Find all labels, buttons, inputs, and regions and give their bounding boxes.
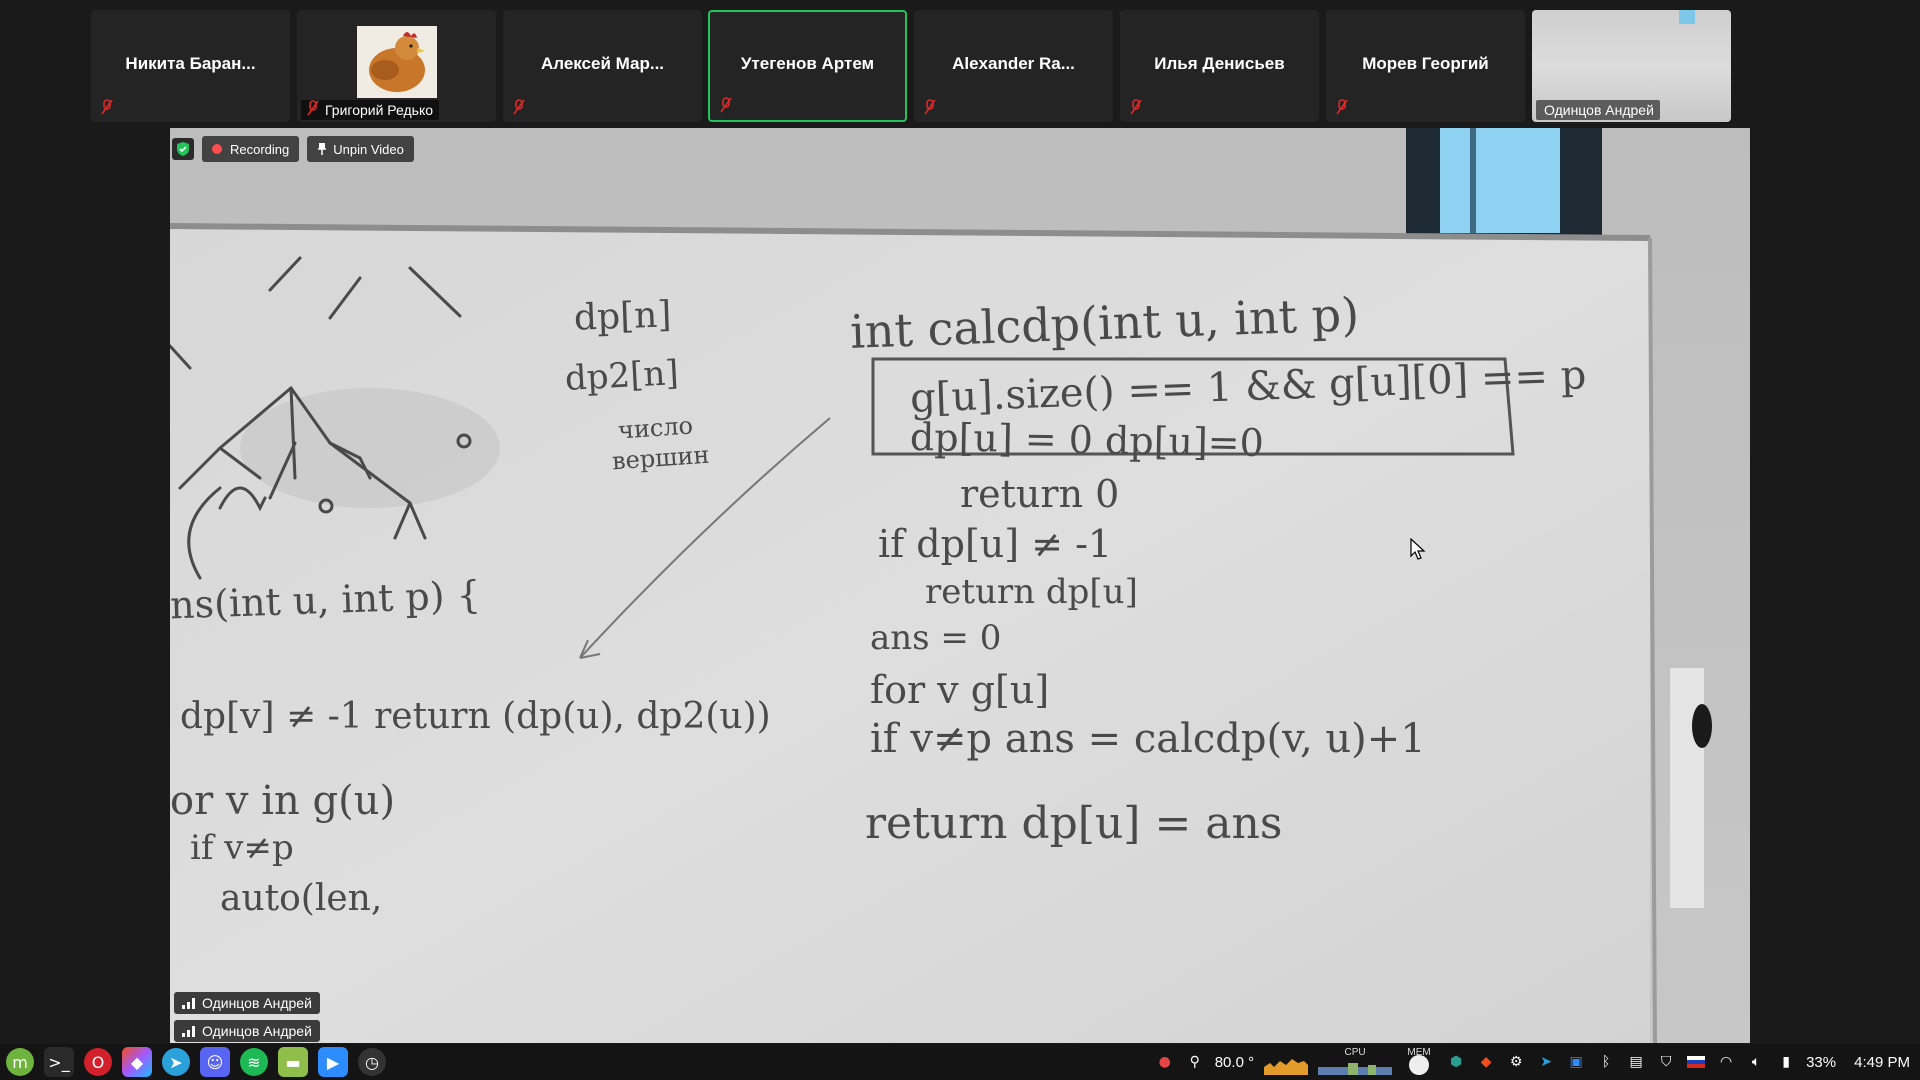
figma-icon[interactable]: ◆ [122,1047,152,1077]
muted-mic-icon [307,100,319,116]
telegram-icon[interactable]: ➤ [162,1048,190,1076]
discord-icon[interactable]: ☺ [200,1047,230,1077]
battery-percentage: 33% [1806,1053,1837,1071]
participant-tile[interactable]: Никита Баран... [91,10,290,122]
wb-text-line: dp[n] [573,294,673,339]
participant-name: Никита Баран... [125,54,256,73]
wb-text-line: if dp[u] ≠ -1 [878,522,1113,566]
wb-text-line: if v≠p [190,828,294,868]
cpu-label: CPU [1344,1047,1366,1058]
zoom-tray-icon[interactable]: ▣ [1566,1052,1586,1072]
wb-text-line: or v in g(u) [170,778,396,824]
participant-name: Alexander Ra... [952,54,1075,73]
cursor-icon [1410,538,1426,560]
main-video[interactable]: dp[n] dp2[n] число вершин int calcdp(int… [170,128,1750,1043]
muted-mic-icon [513,99,525,115]
muted-mic-icon [1336,99,1348,115]
muted-mic-icon [101,99,113,115]
muted-mic-icon [720,97,732,113]
zoom-icon[interactable]: ▶ [318,1047,348,1077]
wb-text-line: dp[u] = 0 dp[u]=0 [909,414,1265,466]
video-name-tag: Одинцов Андрей [174,1020,320,1042]
wb-text-line: dp2[n] [564,353,680,399]
taskbar: m >_ O ◆ ➤ ☺ ≋ ▬ ▶ ◷ ● ⚲ 80.0 ° CPU MEM … [0,1044,1920,1080]
system-tray: ● ⚲ 80.0 ° CPU MEM ⬢ ◆ ⚙ ➤ ▣ ᛒ ▤ ⛉ ◠ 🔈︎ … [1155,1044,1910,1080]
wb-text-line: if v≠p ans = calcdp(v, u)+1 [870,716,1426,762]
opera-icon[interactable]: O [84,1048,112,1076]
pin-icon [318,143,327,155]
participant-tile[interactable]: Морев Георгий [1326,10,1525,122]
temperature-reading: 80.0 ° [1214,1053,1255,1071]
participant-name: Илья Денисьев [1154,54,1285,73]
chicken-avatar [357,26,437,98]
wb-text-line: return 0 [960,472,1120,516]
unpin-video-button[interactable]: Unpin Video [307,136,414,162]
signal-icon [182,998,195,1009]
name-tag-label: Одинцов Андрей [202,1023,312,1039]
recording-indicator[interactable]: Recording [202,136,300,162]
unpin-label: Unpin Video [333,141,404,157]
vpn-icon[interactable]: ⬢ [1446,1052,1466,1072]
wb-text-line: for v g[u] [870,668,1050,712]
volume-icon[interactable]: 🔈︎ [1746,1052,1766,1072]
temperature-graph[interactable] [1264,1049,1309,1075]
participant-name: Одинцов Андрей [1536,100,1660,120]
location-icon[interactable]: ● [1155,1052,1175,1072]
participant-name: Алексей Мар... [540,54,665,73]
recording-label: Recording [230,141,290,157]
participant-tile[interactable]: Alexander Ra... [914,10,1113,122]
taskbar-apps: m >_ O ◆ ➤ ☺ ≋ ▬ ▶ ◷ [0,1047,386,1077]
shield-tray-icon[interactable]: ⛉ [1656,1052,1676,1072]
participant-name: Морев Георгий [1362,54,1489,73]
wb-text-line: int calcdp(int u, int p) [849,287,1360,359]
spotify-icon[interactable]: ≋ [240,1048,268,1076]
wb-text-line: auto(len, [220,878,383,919]
participant-name: Утегенов Артем [740,54,875,73]
memory-graph[interactable]: MEM [1402,1047,1436,1075]
video-toolbar: Recording Unpin Video [172,135,414,163]
bluetooth-icon[interactable]: ᛒ [1596,1052,1616,1072]
wb-text-line: return dp[u] [925,572,1138,612]
muted-mic-icon [1130,99,1142,115]
video-name-tag: Одинцов Андрей [174,992,320,1014]
terminal-icon[interactable]: >_ [44,1047,74,1077]
cpu-graph[interactable]: CPU [1318,1047,1393,1075]
wb-text-line: return dp[u] = ans [865,798,1283,849]
files-icon[interactable]: ▬ [278,1047,308,1077]
wb-text-line: ns(int u, int p) { [170,572,482,628]
participant-tile-active-speaker[interactable]: Утегенов Артем [708,10,907,122]
telegram-tray-icon[interactable]: ➤ [1536,1052,1556,1072]
timeshift-icon[interactable]: ◷ [358,1048,386,1076]
wifi-icon[interactable]: ◠ [1716,1052,1736,1072]
participant-tile[interactable]: Алексей Мар... [503,10,702,122]
keyboard-layout-flag-icon[interactable] [1686,1052,1706,1072]
battery-icon[interactable]: ▮ [1776,1052,1796,1072]
participant-tile[interactable]: Илья Денисьев [1120,10,1319,122]
participant-strip: Никита Баран... Григорий Редько Алексей … [0,0,1920,126]
encryption-shield-icon[interactable] [172,138,194,160]
mem-label: MEM [1407,1047,1431,1058]
signal-icon [182,1026,195,1037]
window-glimpse [1679,10,1695,24]
clock[interactable]: 4:49 PM [1854,1054,1910,1071]
mint-menu-icon[interactable]: m [6,1048,34,1076]
name-tag-label: Одинцов Андрей [202,995,312,1011]
participant-tile[interactable]: Григорий Редько [297,10,496,122]
participant-tile-video[interactable]: Одинцов Андрей [1532,10,1731,122]
figma-tray-icon[interactable]: ◆ [1476,1052,1496,1072]
whiteboard-text: dp[n] dp2[n] число вершин int calcdp(int… [170,128,1750,1043]
thermometer-icon: ⚲ [1189,1054,1200,1070]
recording-dot-icon [212,144,222,154]
clipboard-icon[interactable]: ▤ [1626,1052,1646,1072]
muted-mic-icon [924,99,936,115]
wb-arrow [579,417,831,659]
wb-text-line: ans = 0 [870,618,1002,658]
participant-name: Григорий Редько [301,100,440,120]
steam-icon[interactable]: ⚙ [1506,1052,1526,1072]
